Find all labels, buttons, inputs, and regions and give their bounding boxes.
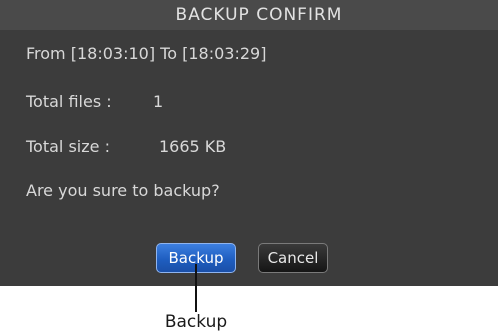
cancel-button[interactable]: Cancel [258, 243, 328, 273]
total-files-value: 1 [153, 92, 164, 111]
callout-label: Backup [164, 312, 228, 332]
confirm-question: Are you sure to backup? [26, 181, 220, 200]
callout-pointer-line [195, 264, 197, 312]
total-size-value: 1665 KB [159, 137, 227, 156]
time-range-text: From [18:03:10] To [18:03:29] [26, 44, 267, 63]
total-files-row: Total files : 1 [26, 92, 163, 111]
total-files-label: Total files : [26, 92, 112, 111]
total-size-label: Total size : [26, 137, 110, 156]
dialog-title: BACKUP CONFIRM [175, 5, 343, 25]
total-size-row: Total size : 1665 KB [26, 137, 226, 156]
backup-confirm-dialog: BACKUP CONFIRM From [18:03:10] To [18:03… [0, 0, 498, 286]
dialog-title-bar: BACKUP CONFIRM [0, 0, 498, 30]
